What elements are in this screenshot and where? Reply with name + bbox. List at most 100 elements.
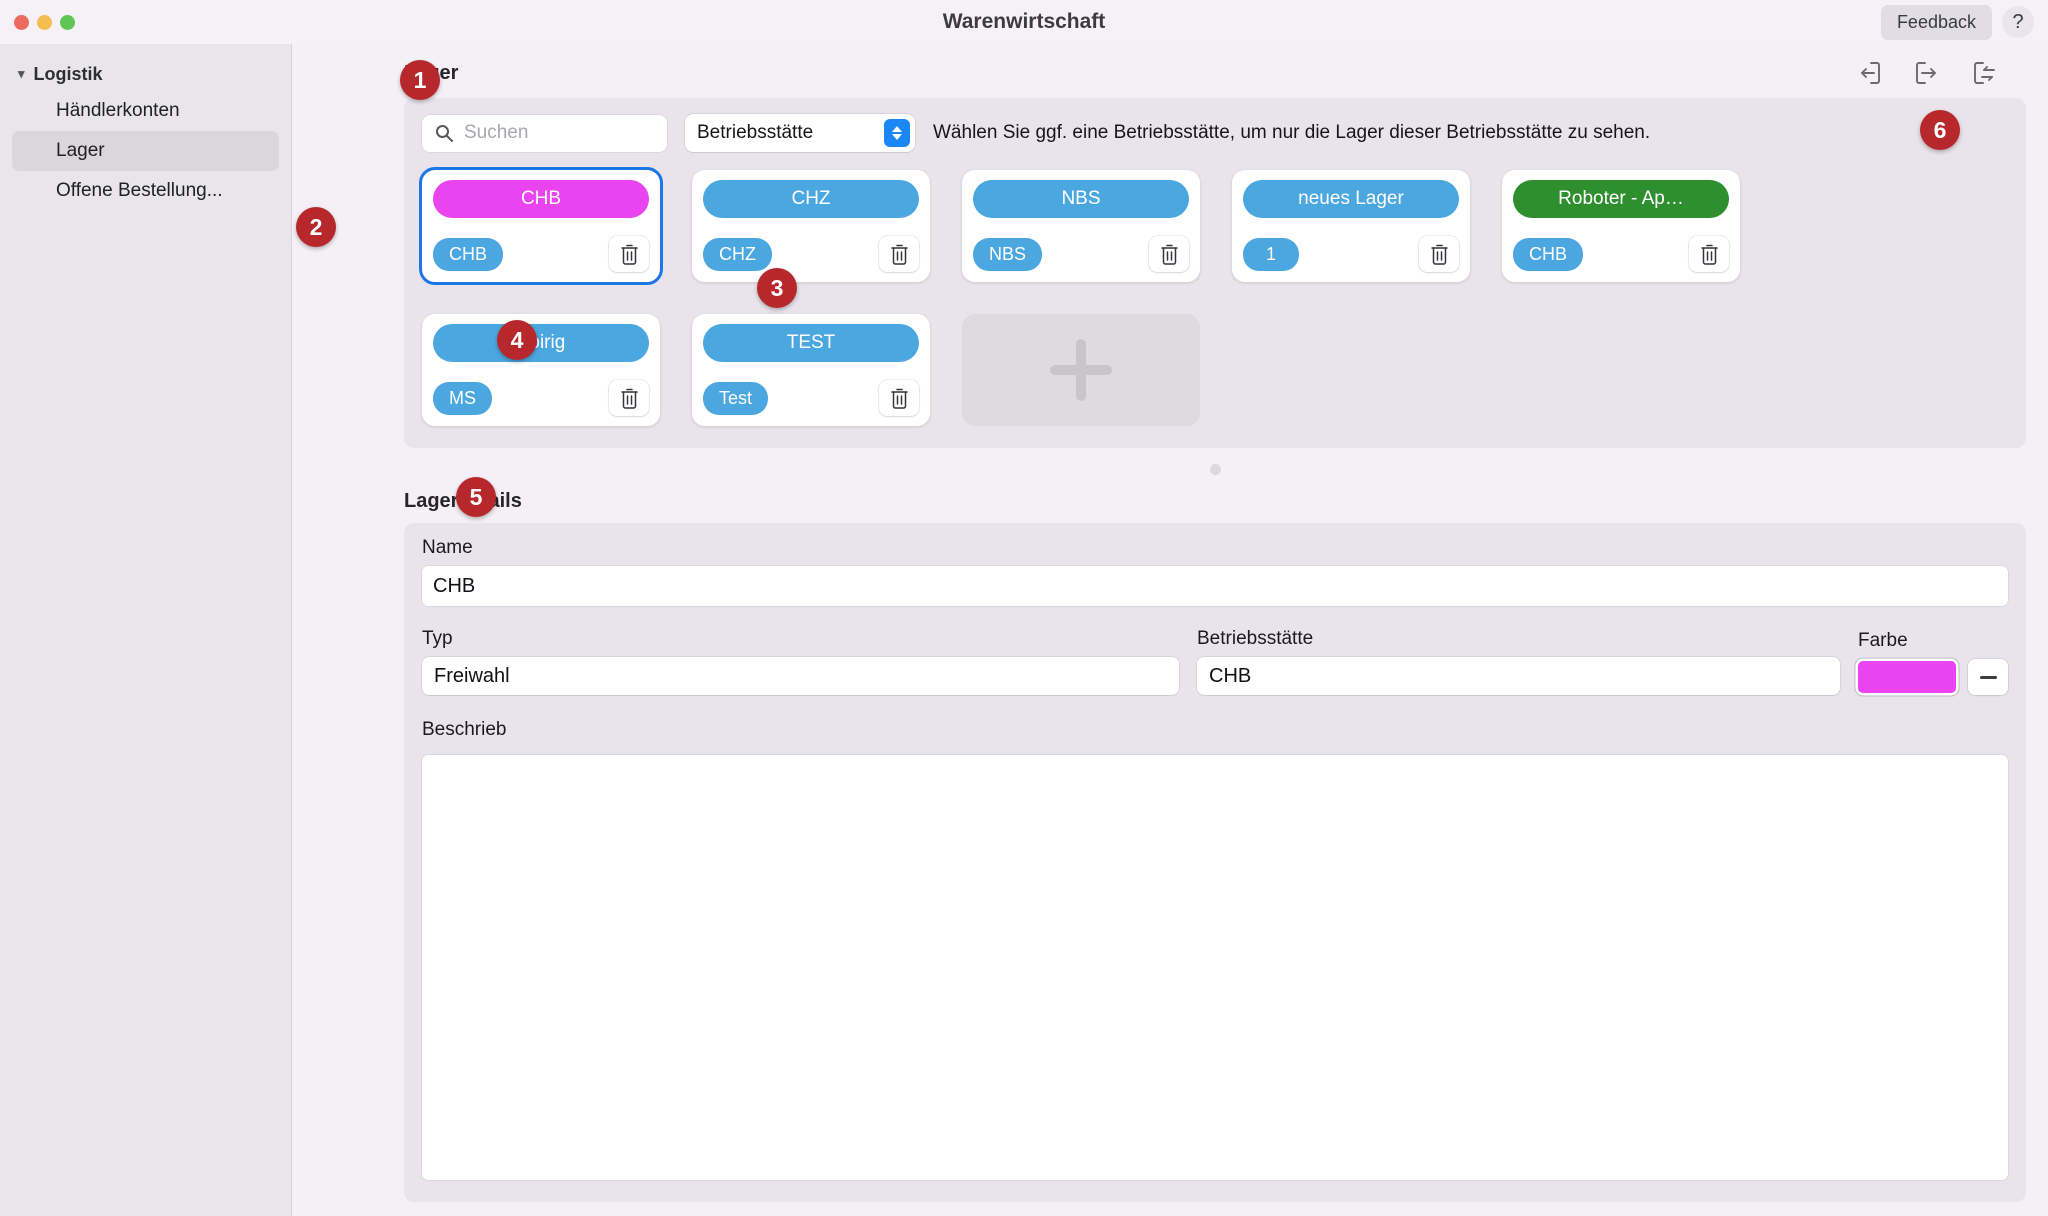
beschrieb-textarea[interactable] [422,755,2008,1180]
farbe-label: Farbe [1858,630,1908,651]
panel-splitter[interactable] [404,448,2026,490]
typ-value: Freiwahl [434,664,510,687]
lager-toolbar [1854,58,2024,88]
lager-card-title: TEST [703,324,919,362]
trash-icon[interactable] [1149,236,1189,272]
lager-card[interactable]: TEST Test [692,314,930,426]
import-icon[interactable] [1854,58,1884,88]
minimize-window-button[interactable] [37,14,52,30]
app-window: Warenwirtschaft Feedback ? ▾ Logistik Hä… [0,0,2048,1216]
lager-card-title: neues Lager [1243,180,1459,218]
clear-color-button[interactable] [1968,659,2008,695]
search-box[interactable] [422,114,667,152]
lager-card-footer: CHB [1513,236,1729,272]
search-icon [436,125,453,142]
name-label: Name [422,537,473,558]
annotation-badge-4: 4 [497,320,537,360]
lager-card-tag: CHB [433,237,504,271]
lager-card-title: CHZ [703,180,919,218]
farbe-controls [1858,659,2008,695]
lager-card-footer: CHZ [703,236,919,272]
sidebar-item-lager[interactable]: Lager [12,131,279,171]
export-icon[interactable] [1912,58,1942,88]
lager-card-tag: 1 [1243,237,1299,271]
typ-field: Typ Freiwahl [422,628,1179,695]
lagerdetails-panel: Name Typ Freiwahl Betriebsstätte CHB [404,523,2026,1202]
annotation-badge-6: 6 [1920,110,1960,150]
close-window-button[interactable] [14,14,29,30]
lagerdetails-header: Lagerdetails [314,490,2026,523]
annotation-badge-5: 5 [456,477,496,517]
trash-icon[interactable] [879,236,919,272]
beschrieb-label: Beschrieb [422,719,507,740]
trash-icon[interactable] [1689,236,1729,272]
lager-card-tag: CHZ [703,237,772,271]
annotation-badge-3: 3 [757,268,797,308]
farbe-field: Farbe [1858,630,2008,695]
lager-card-tag: CHB [1513,237,1584,271]
splitter-handle-icon [1209,463,1221,475]
lager-card[interactable]: neues Lager 1 [1232,170,1470,282]
annotation-badge-2: 2 [296,207,336,247]
help-button[interactable]: ? [2002,6,2034,38]
lager-card-footer: NBS [973,236,1189,272]
sidebar: ▾ Logistik Händlerkonten Lager Offene Be… [0,44,292,1216]
lager-section-header: Lager [314,44,2026,98]
lager-card[interactable]: Spirig MS [422,314,660,426]
lager-card[interactable]: CHZ CHZ [692,170,930,282]
lager-card-grid: CHB CHB CHZ CHZ NBS NBS neues Lager 1 Ro… [419,167,2008,426]
sidebar-item-haendlerkonten[interactable]: Händlerkonten [12,91,279,131]
traffic-lights [14,14,75,30]
lager-card-footer: 1 [1243,236,1459,272]
titlebar-actions: Feedback ? [1880,4,2034,40]
lager-filter-row: Betriebsstätte Wählen Sie ggf. eine Betr… [422,114,2008,152]
trash-icon[interactable] [1419,236,1459,272]
lager-card-title: CHB [433,180,649,218]
stepper-icon [884,119,910,147]
filter-hint-text: Wählen Sie ggf. eine Betriebsstätte, um … [933,122,1651,143]
search-input[interactable] [464,122,655,144]
trash-icon[interactable] [609,380,649,416]
lager-card-title: NBS [973,180,1189,218]
sync-icon[interactable] [1970,58,2000,88]
lager-card-tag: MS [433,381,492,415]
minus-icon [1979,675,1997,679]
name-input[interactable] [422,566,2008,606]
color-swatch[interactable] [1858,661,1956,693]
lager-card-footer: MS [433,380,649,416]
lager-card-title: Roboter - Ap… [1513,180,1729,218]
stepper-icon [509,670,520,682]
lager-card[interactable]: CHB CHB [419,167,663,285]
sidebar-group-label: Logistik [33,64,103,84]
typ-select[interactable]: Freiwahl [422,657,1179,695]
plus-icon [1050,339,1112,401]
stepper-icon [1251,670,1262,682]
betriebsstaette-value: CHB [1209,664,1252,687]
lager-panel: Betriebsstätte Wählen Sie ggf. eine Betr… [404,98,2026,448]
betriebsstaette-filter-value: Betriebsstätte [697,122,814,143]
details-row: Typ Freiwahl Betriebsstätte CHB Farbe [422,628,2008,695]
add-lager-button[interactable] [962,314,1200,426]
betriebsstaette-label: Betriebsstätte [1197,628,1314,649]
lager-card-footer: Test [703,380,919,416]
window-title: Warenwirtschaft [942,10,1106,33]
feedback-button[interactable]: Feedback [1880,4,1992,40]
main-content: Lager [292,44,2048,1216]
sidebar-item-offene-bestellung[interactable]: Offene Bestellung... [12,171,279,211]
trash-icon[interactable] [609,236,649,272]
lager-card-tag: NBS [973,237,1043,271]
lager-card[interactable]: NBS NBS [962,170,1200,282]
lager-card[interactable]: Roboter - Ap… CHB [1502,170,1740,282]
annotation-badge-1: 1 [400,60,440,100]
betriebsstaette-field: Betriebsstätte CHB [1197,628,1840,695]
betriebsstaette-select[interactable]: CHB [1197,657,1840,695]
maximize-window-button[interactable] [60,14,75,30]
chevron-down-icon: ▾ [18,65,25,81]
sidebar-group-logistik[interactable]: ▾ Logistik [12,58,279,91]
lager-card-tag: Test [703,381,769,415]
betriebsstaette-filter-select[interactable]: Betriebsstätte [685,114,915,152]
typ-label: Typ [422,628,453,649]
window-titlebar: Warenwirtschaft Feedback ? [0,0,2048,44]
trash-icon[interactable] [879,380,919,416]
lager-card-footer: CHB [433,236,649,272]
